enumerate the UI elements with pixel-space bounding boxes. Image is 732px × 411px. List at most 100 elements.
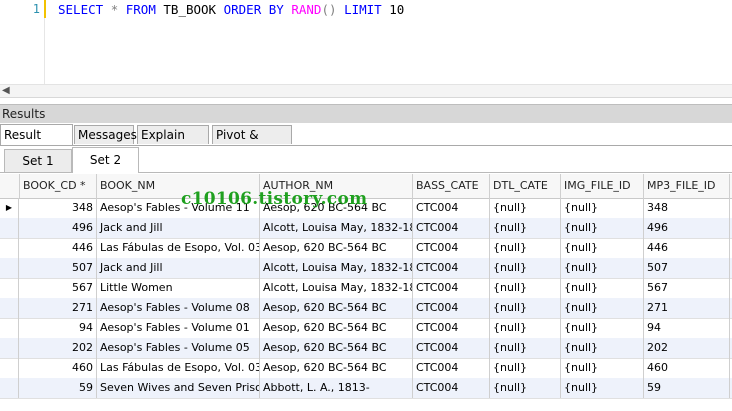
cell-bass-cate[interactable]: CTC004: [413, 298, 490, 318]
tab-set-2[interactable]: Set 2: [72, 147, 139, 173]
current-row-arrow-icon[interactable]: ▶: [0, 198, 19, 218]
table-row[interactable]: 567 Little Women Alcott, Louisa May, 1832-…: [0, 278, 732, 299]
table-row[interactable]: 271 Aesop's Fables - Volume 08 Aesop, 620 …: [0, 298, 732, 319]
row-selector[interactable]: [0, 318, 19, 338]
row-selector[interactable]: [0, 338, 19, 358]
cell-bass-cate[interactable]: CTC004: [413, 198, 490, 218]
editor-horizontal-scrollbar[interactable]: ◀: [0, 84, 732, 98]
cell-book-cd[interactable]: 507: [20, 258, 97, 278]
row-selector[interactable]: [0, 218, 19, 238]
cell-img-file-id[interactable]: {null}: [561, 218, 644, 238]
cell-book-nm[interactable]: Aesop's Fables - Volume 05: [97, 338, 260, 358]
cell-book-cd[interactable]: 59: [20, 378, 97, 398]
cell-mp3-file-id[interactable]: 496: [644, 218, 730, 238]
row-selector[interactable]: [0, 238, 19, 258]
cell-mp3-file-id[interactable]: 271: [644, 298, 730, 318]
tab-messages[interactable]: Messages: [74, 125, 137, 144]
cell-author-nm[interactable]: Aesop, 620 BC-564 BC: [260, 338, 413, 358]
cell-mp3-file-id[interactable]: 567: [644, 278, 730, 298]
cell-dtl-cate[interactable]: {null}: [490, 278, 561, 298]
cell-author-nm[interactable]: Alcott, Louisa May, 1832-1888: [260, 278, 413, 298]
cell-book-cd[interactable]: 567: [20, 278, 97, 298]
cell-book-cd[interactable]: 348: [20, 198, 97, 218]
cell-img-file-id[interactable]: {null}: [561, 238, 644, 258]
cell-dtl-cate[interactable]: {null}: [490, 358, 561, 378]
cell-book-cd[interactable]: 202: [20, 338, 97, 358]
tab-result-sets[interactable]: Result Sets: [0, 124, 73, 163]
cell-bass-cate[interactable]: CTC004: [413, 378, 490, 398]
tab-pivot-chart[interactable]: Pivot & Chart: [212, 125, 292, 161]
scroll-left-icon[interactable]: ◀: [2, 85, 10, 97]
cell-mp3-file-id[interactable]: 446: [644, 238, 730, 258]
table-row[interactable]: 446 Las Fábulas de Esopo, Vol. 03 Aesop, 6…: [0, 238, 732, 259]
cell-dtl-cate[interactable]: {null}: [490, 198, 561, 218]
row-selector[interactable]: [0, 258, 19, 278]
column-header-bass-cate[interactable]: BASS_CATE: [413, 174, 490, 198]
cell-author-nm[interactable]: Alcott, Louisa May, 1832-1888: [260, 218, 413, 238]
cell-mp3-file-id[interactable]: 59: [644, 378, 730, 398]
cell-img-file-id[interactable]: {null}: [561, 318, 644, 338]
column-header-book-cd[interactable]: BOOK_CD *: [20, 174, 97, 198]
cell-author-nm[interactable]: Aesop, 620 BC-564 BC: [260, 358, 413, 378]
sql-line[interactable]: SELECT * FROM TB_BOOK ORDER BY RAND() LI…: [58, 2, 404, 17]
cell-bass-cate[interactable]: CTC004: [413, 318, 490, 338]
cell-book-cd[interactable]: 271: [20, 298, 97, 318]
table-row[interactable]: 496 Jack and Jill Alcott, Louisa May, 1832…: [0, 218, 732, 239]
cell-img-file-id[interactable]: {null}: [561, 258, 644, 278]
table-row[interactable]: 507 Jack and Jill Alcott, Louisa May, 1832…: [0, 258, 732, 279]
cell-dtl-cate[interactable]: {null}: [490, 318, 561, 338]
cell-dtl-cate[interactable]: {null}: [490, 378, 561, 398]
column-header-mp3-file-id[interactable]: MP3_FILE_ID: [644, 174, 730, 198]
cell-mp3-file-id[interactable]: 202: [644, 338, 730, 358]
row-selector[interactable]: [0, 298, 19, 318]
cell-mp3-file-id[interactable]: 94: [644, 318, 730, 338]
sql-editor[interactable]: 1 SELECT * FROM TB_BOOK ORDER BY RAND() …: [0, 0, 732, 84]
cell-img-file-id[interactable]: {null}: [561, 378, 644, 398]
tab-set-1[interactable]: Set 1: [4, 149, 72, 172]
cell-bass-cate[interactable]: CTC004: [413, 218, 490, 238]
row-selector[interactable]: [0, 358, 19, 378]
cell-author-nm[interactable]: Aesop, 620 BC-564 BC: [260, 318, 413, 338]
cell-img-file-id[interactable]: {null}: [561, 358, 644, 378]
table-row[interactable]: 94 Aesop's Fables - Volume 01 Aesop, 620 B…: [0, 318, 732, 339]
tab-explain-plan[interactable]: Explain Plan: [137, 125, 209, 161]
cell-dtl-cate[interactable]: {null}: [490, 338, 561, 358]
cell-author-nm[interactable]: Aesop, 620 BC-564 BC: [260, 298, 413, 318]
cell-bass-cate[interactable]: CTC004: [413, 278, 490, 298]
cell-author-nm[interactable]: Alcott, Louisa May, 1832-1888: [260, 258, 413, 278]
cell-mp3-file-id[interactable]: 460: [644, 358, 730, 378]
cell-book-nm[interactable]: Las Fábulas de Esopo, Vol. 03: [97, 238, 260, 258]
column-header-img-file-id[interactable]: IMG_FILE_ID: [561, 174, 644, 198]
cell-bass-cate[interactable]: CTC004: [413, 258, 490, 278]
cell-book-nm[interactable]: Little Women: [97, 278, 260, 298]
cell-book-nm[interactable]: Jack and Jill: [97, 258, 260, 278]
cell-mp3-file-id[interactable]: 348: [644, 198, 730, 218]
cell-author-nm[interactable]: Abbott, L. A., 1813-: [260, 378, 413, 398]
cell-img-file-id[interactable]: {null}: [561, 338, 644, 358]
cell-book-nm[interactable]: Jack and Jill: [97, 218, 260, 238]
result-grid[interactable]: BOOK_CD * BOOK_NM AUTHOR_NM BASS_CATE DT…: [0, 174, 732, 411]
cell-book-nm[interactable]: Seven Wives and Seven Prisons: [97, 378, 260, 398]
cell-book-nm[interactable]: Aesop's Fables - Volume 01: [97, 318, 260, 338]
cell-img-file-id[interactable]: {null}: [561, 298, 644, 318]
cell-img-file-id[interactable]: {null}: [561, 198, 644, 218]
cell-bass-cate[interactable]: CTC004: [413, 338, 490, 358]
cell-dtl-cate[interactable]: {null}: [490, 298, 561, 318]
cell-mp3-file-id[interactable]: 507: [644, 258, 730, 278]
cell-book-cd[interactable]: 446: [20, 238, 97, 258]
cell-dtl-cate[interactable]: {null}: [490, 218, 561, 238]
cell-img-file-id[interactable]: {null}: [561, 278, 644, 298]
cell-book-nm[interactable]: Las Fábulas de Esopo, Vol. 03: [97, 358, 260, 378]
cell-bass-cate[interactable]: CTC004: [413, 358, 490, 378]
cell-book-cd[interactable]: 94: [20, 318, 97, 338]
cell-book-cd[interactable]: 496: [20, 218, 97, 238]
cell-dtl-cate[interactable]: {null}: [490, 238, 561, 258]
row-selector[interactable]: [0, 278, 19, 298]
cell-author-nm[interactable]: Aesop, 620 BC-564 BC: [260, 238, 413, 258]
cell-book-cd[interactable]: 460: [20, 358, 97, 378]
cell-dtl-cate[interactable]: {null}: [490, 258, 561, 278]
table-row[interactable]: 460 Las Fábulas de Esopo, Vol. 03 Aesop, 6…: [0, 358, 732, 379]
table-row[interactable]: 202 Aesop's Fables - Volume 05 Aesop, 620 …: [0, 338, 732, 359]
cell-book-nm[interactable]: Aesop's Fables - Volume 08: [97, 298, 260, 318]
column-header-dtl-cate[interactable]: DTL_CATE: [490, 174, 561, 198]
